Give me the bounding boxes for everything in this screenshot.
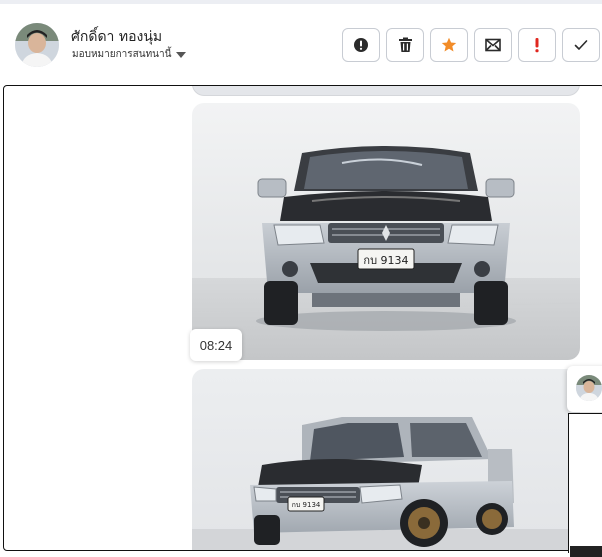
action-toolbar — [342, 28, 600, 62]
important-button[interactable] — [518, 28, 556, 62]
mark-unread-button[interactable] — [474, 28, 512, 62]
conversation-header: ศักดิ์ดา ทองนุ่ม มอบหมายการสนทนานี้ — [0, 4, 602, 84]
caret-down-icon — [176, 51, 187, 58]
truck-front-photo: กบ 9134 — [192, 103, 580, 360]
chat-screen: ศักดิ์ดา ทองนุ่ม มอบหมายการสนทนานี้ กบ 9… — [0, 0, 602, 557]
message-thread[interactable]: กบ 9134 08:24 กบ 9134 — [3, 85, 602, 551]
agent-avatar-card[interactable] — [567, 366, 602, 412]
svg-text:กบ 9134: กบ 9134 — [292, 501, 321, 509]
side-panel-fragment — [568, 413, 602, 553]
resolve-button[interactable] — [562, 28, 600, 62]
message-timestamp: 08:24 — [190, 329, 242, 361]
star-icon — [441, 37, 457, 52]
trash-icon — [398, 37, 412, 52]
svg-text:กบ 9134: กบ 9134 — [363, 254, 408, 267]
alert-button[interactable] — [342, 28, 380, 62]
assign-label: มอบหมายการสนทนานี้ — [72, 49, 172, 60]
exclamation-icon — [535, 38, 539, 53]
agent-avatar — [576, 375, 602, 401]
contact-name: ศักดิ์ดา ทองนุ่ม — [71, 29, 163, 45]
image-message[interactable]: กบ 9134 — [192, 103, 580, 360]
delete-button[interactable] — [386, 28, 424, 62]
contact-avatar[interactable] — [15, 23, 59, 67]
assign-dropdown[interactable]: มอบหมายการสนทนานี้ — [72, 47, 187, 62]
star-button[interactable] — [430, 28, 468, 62]
exclamation-circle-icon — [354, 38, 368, 52]
envelope-x-icon — [485, 38, 501, 52]
previous-image-message[interactable] — [192, 86, 580, 96]
check-icon — [574, 40, 588, 50]
image-message[interactable]: กบ 9134 — [192, 369, 580, 550]
truck-side-photo: กบ 9134 — [192, 369, 580, 550]
corner-fragment — [570, 546, 602, 557]
